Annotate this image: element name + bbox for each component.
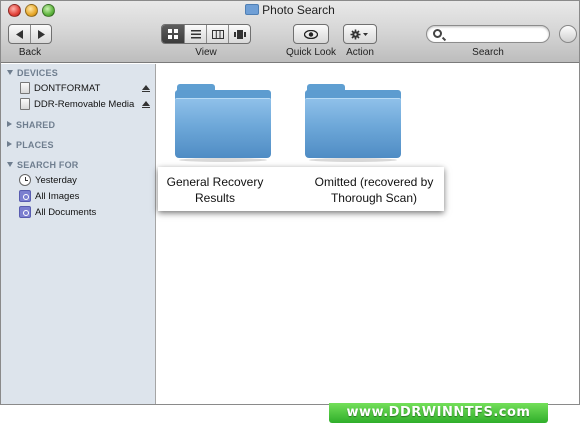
back-arrow-icon [15,29,23,39]
sidebar-item-label: All Images [35,190,80,202]
folder-label-line: Results [194,191,235,205]
quick-look-label: Quick Look [285,47,337,58]
disk-icon [20,98,30,110]
action-control [343,24,377,44]
sidebar-item-ddr-removable-media[interactable]: DDR-Removable Media [19,98,134,110]
forward-button[interactable] [31,25,51,43]
forward-arrow-icon [38,29,45,39]
search-label: Search [472,47,504,58]
folder-label-general-recovery[interactable]: General Recovery Results [160,174,270,206]
sidebar-item-all-documents[interactable]: All Documents [19,206,96,218]
toolbar: Photo Search Back View Quick Look Action… [1,1,579,63]
file-browser-content [157,64,579,404]
disclosure-down-icon [7,70,13,75]
folder-shadow [309,158,397,162]
sidebar-item-dontformat[interactable]: DONTFORMAT [19,82,100,94]
action-label: Action [346,47,374,58]
folder-label-line: General Recovery [166,175,264,189]
cover-flow-view-button[interactable] [229,25,250,43]
back-button[interactable] [9,25,31,43]
quick-look-control [293,24,329,44]
disk-icon [20,82,30,94]
window-title-text: Photo Search [262,3,335,17]
sidebar-item-label: DDR-Removable Media [34,98,135,110]
section-header: PLACES [16,140,54,150]
sidebar-section-devices[interactable]: DEVICES [7,68,58,78]
website-watermark: www.DDRWINNTFS.com [329,403,548,423]
icon-grid-icon [168,29,178,39]
sidebar-item-label: All Documents [35,206,97,218]
folder-icon [245,4,260,15]
section-header: DEVICES [17,68,58,78]
folder-shadow [179,158,267,162]
smart-folder-icon [19,206,31,218]
folder-label-line: Omitted (recovered by [314,175,434,189]
clock-icon [19,174,31,186]
sidebar-section-places[interactable]: PLACES [7,140,54,150]
eye-icon [304,29,318,39]
sidebar-section-shared[interactable]: SHARED [7,120,55,130]
icon-view-button[interactable] [162,25,185,43]
column-view-button[interactable] [207,25,229,43]
sidebar-item-yesterday[interactable]: Yesterday [19,174,77,186]
folder-icon[interactable] [305,84,401,162]
columns-icon [211,29,224,39]
window-title: Photo Search [1,2,579,18]
list-lines-icon [190,29,201,38]
folder-icon[interactable] [175,84,271,162]
folder-front [305,98,401,158]
back-label: Back [18,47,42,58]
sidebar-item-all-images[interactable]: All Images [19,190,79,202]
smart-folder-icon [19,190,31,202]
disclosure-down-icon [7,162,13,167]
toolbar-toggle-button[interactable] [559,25,577,43]
sidebar: DEVICES DONTFORMAT DDR-Removable Media S… [1,64,156,404]
eject-icon[interactable] [142,85,150,92]
view-label: View [195,47,217,58]
eject-icon[interactable] [142,101,150,108]
cover-flow-icon [233,29,246,39]
disclosure-right-icon [7,121,12,127]
folder-label-omitted[interactable]: Omitted (recovered by Thorough Scan) [300,174,448,206]
view-mode-control [161,24,251,44]
quick-look-button[interactable] [294,25,328,43]
search-input[interactable] [426,25,550,43]
sidebar-item-label: Yesterday [35,174,77,186]
list-view-button[interactable] [185,25,207,43]
section-header: SHARED [16,120,56,130]
gear-icon [350,29,368,39]
sidebar-item-label: DONTFORMAT [34,82,101,94]
folder-front [175,98,271,158]
search-icon [433,29,442,38]
action-menu-button[interactable] [344,25,376,43]
section-header: SEARCH FOR [17,160,79,170]
sidebar-section-search-for[interactable]: SEARCH FOR [7,160,79,170]
folder-label-line: Thorough Scan) [330,191,418,205]
back-forward-control [8,24,52,44]
disclosure-right-icon [7,141,12,147]
